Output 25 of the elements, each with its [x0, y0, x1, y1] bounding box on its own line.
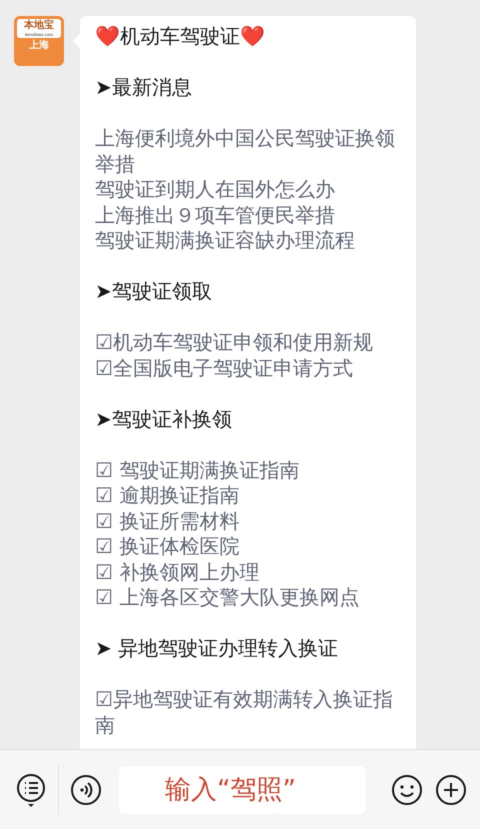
article-link[interactable]: ☑ 逾期换证指南 [95, 483, 402, 508]
article-link[interactable]: 上海推出９项车管便民举措 [95, 202, 402, 228]
article-link[interactable]: ☑ 驾驶证期满换证指南 [95, 458, 402, 483]
article-link[interactable]: ☑机动车驾驶证申领和使用新规 [95, 330, 402, 356]
menu-icon[interactable] [14, 772, 48, 806]
plus-icon[interactable] [434, 772, 468, 806]
article-link[interactable]: ☑ 上海各区交警大队更换网点 [95, 585, 402, 610]
section-heading: ➤驾驶证补换领 [95, 406, 233, 432]
article-link[interactable]: ☑ 换证体检医院 [95, 534, 402, 560]
section-heading: ➤ 异地驾驶证办理转入换证 [95, 636, 340, 662]
message-title: ❤机动车驾驶证❤ [95, 24, 266, 50]
article-link[interactable]: 驾驶证期满换证容缺办理流程 [95, 228, 402, 254]
voice-icon[interactable] [69, 772, 103, 806]
logo-text: 本地宝 [24, 20, 54, 32]
article-link[interactable]: 上海便利境外中国公民驾驶证换领举措 [95, 126, 402, 177]
article-link[interactable]: ☑ 换证所需材料 [95, 508, 402, 534]
message-input[interactable]: 输入“驾照” [119, 766, 366, 814]
article-link[interactable]: 驾驶证到期人在国外怎么办 [95, 177, 402, 202]
logo-city: 上海 [29, 38, 49, 53]
article-link[interactable]: ☑ 补换领网上办理 [95, 560, 402, 585]
section-heading: ➤最新消息 [95, 75, 193, 100]
section-heading: ➤驾驶证领取 [95, 279, 213, 304]
article-link[interactable]: ☑异地驾驶证有效期满转入换证指南 [95, 687, 402, 738]
emoji-icon[interactable] [390, 772, 424, 806]
article-link[interactable]: ☑全国版电子驾驶证申请方式 [95, 356, 402, 381]
